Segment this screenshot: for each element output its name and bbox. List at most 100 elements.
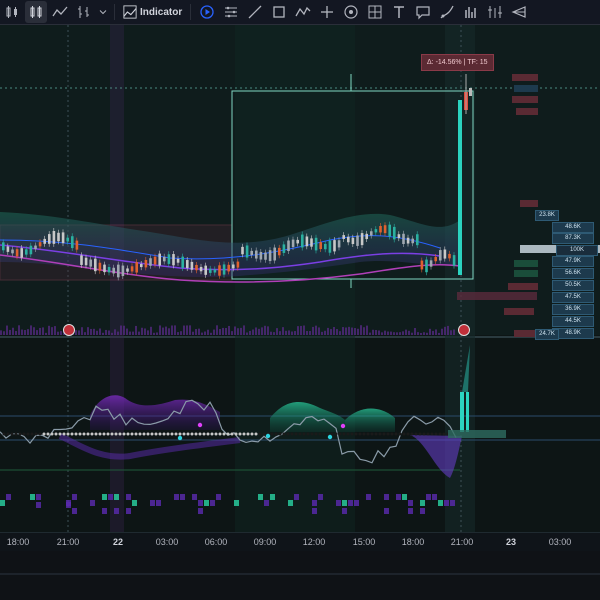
replay-icon[interactable] [196, 1, 218, 23]
candle [287, 240, 290, 252]
signal-dot [150, 432, 154, 436]
histogram-cell [336, 500, 341, 506]
lines-icon[interactable] [220, 1, 242, 23]
volume-bar [417, 332, 419, 335]
candle [328, 240, 332, 253]
volume-bar [150, 326, 152, 335]
volume-bar [300, 325, 302, 335]
comment-icon[interactable] [412, 1, 434, 23]
event-flag-icon[interactable] [458, 324, 470, 336]
circle-target-icon[interactable] [340, 1, 362, 23]
measure-icon[interactable] [484, 1, 506, 23]
volume-bar [342, 327, 344, 335]
volume-bar [348, 326, 350, 335]
histogram-cell [192, 494, 197, 500]
signal-dot [86, 432, 90, 436]
candle [342, 235, 345, 239]
time-axis[interactable]: 18:00 21:00 22 03:00 06:00 09:00 12:00 15:00 18:… [0, 532, 600, 551]
volume-bar [252, 329, 254, 335]
candle [250, 250, 253, 256]
volume-bar [132, 331, 134, 335]
trend-line-icon[interactable] [244, 1, 266, 23]
volume-bar [369, 332, 371, 335]
volume-bar [177, 332, 179, 335]
volume-profile-label: 44.5K [552, 316, 594, 327]
bar-style-icon[interactable] [25, 1, 47, 23]
histogram-cell [198, 500, 203, 506]
candles-icon[interactable] [1, 1, 23, 23]
volume-bar [78, 330, 80, 335]
measure-tooltip: Δ: -14.56% | TF: 15 [421, 54, 494, 71]
candle [255, 250, 258, 259]
line-style-icon[interactable] [49, 1, 71, 23]
signal-dot [70, 432, 74, 436]
volume-bar [129, 331, 131, 335]
volume-profile-label: 56.6K [552, 268, 594, 279]
signal-dot [142, 432, 146, 436]
histogram-cell [258, 494, 263, 500]
brush-icon[interactable] [436, 1, 458, 23]
text-icon[interactable] [388, 1, 410, 23]
signal-dot [314, 432, 318, 436]
compare-icon[interactable] [73, 1, 95, 23]
volume-bar [249, 330, 251, 335]
candle [98, 262, 102, 271]
candle [314, 237, 318, 251]
candle [71, 236, 74, 249]
candle [103, 264, 106, 273]
path-icon[interactable] [292, 1, 314, 23]
price-tag [508, 283, 538, 290]
volume-bar [21, 329, 23, 335]
signal-dot [426, 432, 430, 436]
candle [393, 226, 396, 240]
event-flag-icon[interactable] [63, 324, 75, 336]
signal-dot [194, 432, 198, 436]
signal-dot [206, 432, 210, 436]
volume-bar [156, 332, 158, 335]
volume-bar [102, 332, 104, 335]
signal-dot [82, 432, 86, 436]
time-label: 15:00 [352, 537, 376, 547]
signal-dot [50, 432, 54, 436]
volume-bar [60, 331, 62, 335]
candle [383, 225, 387, 234]
candle [420, 260, 424, 270]
volume-bar [90, 328, 92, 335]
histogram-cell [420, 508, 425, 514]
histogram-cell [288, 500, 293, 506]
signal-dot [66, 432, 70, 436]
signal-dot [138, 432, 142, 436]
histogram-cell [342, 508, 347, 514]
forecast-icon[interactable] [508, 1, 530, 23]
candle [337, 240, 341, 248]
signal-dot [322, 432, 326, 436]
candle [268, 250, 272, 262]
signal-dot [126, 432, 130, 436]
candle [204, 265, 207, 275]
candle [406, 237, 410, 244]
signal-dot [234, 432, 238, 436]
signal-dot [46, 432, 50, 436]
histogram-cell [102, 508, 107, 514]
osc-spike [466, 392, 469, 432]
rectangle-icon[interactable] [268, 1, 290, 23]
histogram-icon[interactable] [460, 1, 482, 23]
volume-bar [411, 332, 413, 335]
grid-icon[interactable] [364, 1, 386, 23]
candle [52, 231, 56, 244]
time-label: 09:00 [253, 537, 277, 547]
signal-dot [374, 432, 378, 436]
crosshair-icon[interactable] [316, 1, 338, 23]
signal-dot [410, 432, 414, 436]
candle [181, 256, 184, 268]
volume-bar [24, 329, 26, 335]
histogram-cell [174, 494, 179, 500]
volume-bar [231, 331, 233, 335]
signal-dot [34, 432, 38, 436]
indicator-button[interactable]: Indicator [119, 1, 186, 23]
volume-bar [408, 330, 410, 335]
time-label: 23 [505, 537, 517, 547]
volume-bar [450, 330, 452, 335]
chevron-down-icon[interactable] [97, 1, 109, 23]
volume-bar [261, 327, 263, 335]
